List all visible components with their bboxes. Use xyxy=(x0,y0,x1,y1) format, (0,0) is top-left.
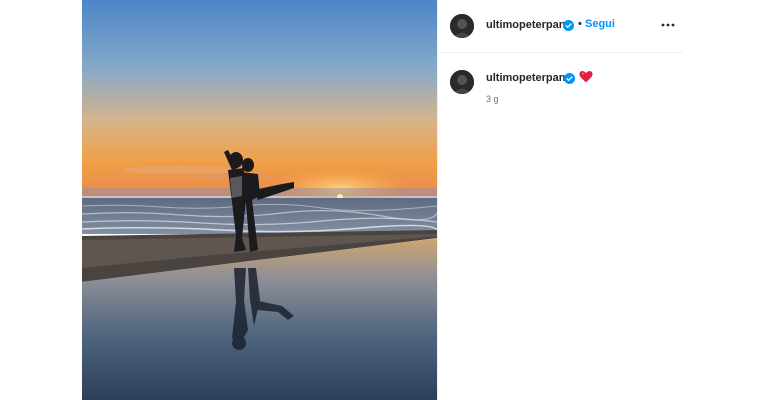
profile-photo-icon xyxy=(450,14,474,38)
more-options-icon[interactable] xyxy=(660,17,676,33)
post-side-panel: ultimopeterpan • Segui ultimopeterpan 3 … xyxy=(437,0,683,400)
post-timestamp[interactable]: 3 g xyxy=(486,94,499,104)
post-header: ultimopeterpan • Segui xyxy=(438,0,683,53)
follow-button[interactable]: Segui xyxy=(585,18,615,30)
header-username[interactable]: ultimopeterpan xyxy=(486,19,565,31)
sunset-beach-photo xyxy=(82,0,437,400)
heart-icon xyxy=(579,70,593,83)
separator-dot: • xyxy=(578,18,582,30)
post-container: ultimopeterpan • Segui ultimopeterpan 3 … xyxy=(82,0,683,400)
verified-badge-icon xyxy=(563,20,574,31)
caption-username[interactable]: ultimopeterpan xyxy=(486,72,565,84)
avatar[interactable] xyxy=(450,70,474,94)
profile-photo-icon xyxy=(450,70,474,94)
verified-badge-icon xyxy=(564,73,575,84)
avatar[interactable] xyxy=(450,14,474,38)
post-photo[interactable] xyxy=(82,0,437,400)
